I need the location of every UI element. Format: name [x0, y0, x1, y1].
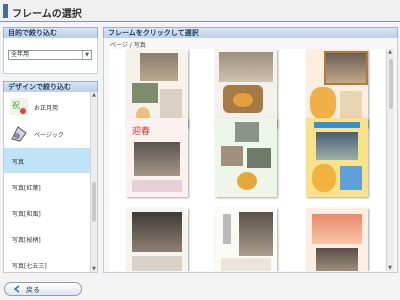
design-item-label: 写真[桜柄]: [12, 237, 41, 244]
frame-thumb[interactable]: [306, 118, 368, 197]
title-bar: フレームの選択: [0, 0, 400, 22]
basic-thumb-icon: [8, 123, 30, 144]
design-list: 祝 お正月用 ページック 写真 写真[紅葉] 写真[和風] 写真[桜柄] 写真[…: [3, 92, 98, 273]
back-button[interactable]: 戻る: [4, 282, 82, 296]
frame-thumb[interactable]: [215, 49, 277, 128]
frames-scrollbar[interactable]: ▲ ▼: [386, 49, 394, 271]
svg-text:祝: 祝: [12, 100, 20, 110]
purpose-select-value: 全年用: [11, 51, 30, 58]
frame-thumb[interactable]: [215, 208, 277, 271]
design-item-label: お正月用: [34, 105, 59, 112]
design-item-photo-753[interactable]: 写真[七五三]: [4, 252, 90, 272]
arrow-left-icon: [13, 285, 21, 293]
purpose-panel: 全年用 ▼: [3, 38, 98, 74]
chevron-down-icon[interactable]: ▼: [82, 51, 91, 59]
frame-thumb[interactable]: [126, 208, 188, 271]
frames-grid: 迎春: [109, 49, 385, 271]
scroll-up-icon[interactable]: ▲: [91, 92, 97, 98]
design-item-label: ページック: [34, 132, 64, 139]
scroll-down-icon[interactable]: ▼: [387, 265, 393, 271]
frame-thumb[interactable]: [306, 49, 368, 128]
design-item-photo[interactable]: 写真: [4, 148, 90, 173]
design-item-photo-sakura[interactable]: 写真[桜柄]: [4, 226, 90, 251]
frame-thumb[interactable]: [306, 208, 368, 271]
frames-scroll-thumb[interactable]: [389, 59, 393, 109]
newyear-thumb-icon: 祝: [8, 96, 30, 117]
scroll-down-icon[interactable]: ▼: [91, 266, 97, 272]
design-scroll-thumb[interactable]: [92, 182, 96, 222]
design-item-label: 写真: [12, 159, 25, 166]
back-label: 戻る: [26, 286, 40, 294]
title-accent: [3, 4, 8, 18]
frame-thumb[interactable]: [215, 118, 277, 197]
scroll-up-icon[interactable]: ▲: [387, 49, 393, 55]
design-item-label: 写真[七五三]: [12, 263, 47, 270]
design-item-label: 写真[紅葉]: [12, 185, 41, 192]
frames-category: ページ / 写真: [110, 42, 146, 49]
purpose-select[interactable]: 全年用 ▼: [8, 50, 92, 60]
design-item-photo-japanese[interactable]: 写真[和風]: [4, 200, 90, 225]
frame-thumb[interactable]: 迎春: [126, 118, 188, 197]
design-item-newyear[interactable]: 祝 お正月用: [4, 94, 90, 119]
design-scrollbar[interactable]: ▲ ▼: [90, 92, 97, 272]
frame-thumb[interactable]: [126, 49, 188, 128]
design-item-basic[interactable]: ページック: [4, 121, 90, 146]
design-item-label: 写真[和風]: [12, 211, 41, 218]
frames-panel: ページ / 写真 迎春 ▲ ▼: [103, 38, 398, 273]
design-item-photo-autumn[interactable]: 写真[紅葉]: [4, 174, 90, 199]
title-divider: [0, 21, 400, 22]
window-title: フレームの選択: [12, 9, 82, 20]
